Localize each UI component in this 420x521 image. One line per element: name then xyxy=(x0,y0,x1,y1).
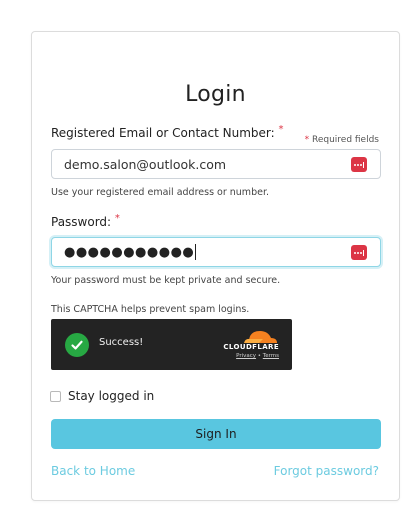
email-help-text: Use your registered email address or num… xyxy=(51,187,269,198)
success-check-icon xyxy=(65,333,89,357)
back-to-home-link[interactable]: Back to Home xyxy=(51,464,135,478)
required-fields-note: * Required fields xyxy=(305,135,379,145)
forgot-password-link[interactable]: Forgot password? xyxy=(274,464,379,478)
page-title: Login xyxy=(185,82,246,107)
privacy-link[interactable]: Privacy xyxy=(236,353,256,359)
password-label: Password: * xyxy=(51,213,120,229)
email-label-text: Registered Email or Contact Number: xyxy=(51,126,275,140)
password-masked-value: ●●●●●●●●●●● xyxy=(64,244,195,260)
required-star: * xyxy=(114,213,120,224)
stay-logged-in-row[interactable]: Stay logged in xyxy=(50,389,154,403)
email-label: Registered Email or Contact Number: * xyxy=(51,124,284,140)
login-card: Login * Required fields Registered Email… xyxy=(31,31,400,501)
email-field[interactable]: demo.salon@outlook.com xyxy=(51,149,381,179)
password-manager-icon[interactable] xyxy=(351,157,367,172)
captcha-links: Privacy • Terms xyxy=(236,353,279,359)
stay-logged-in-label[interactable]: Stay logged in xyxy=(68,389,154,403)
link-separator: • xyxy=(256,353,263,359)
password-label-text: Password: xyxy=(51,215,112,229)
captcha-status: Success! xyxy=(99,337,144,348)
text-caret xyxy=(195,244,197,260)
sign-in-button[interactable]: Sign In xyxy=(51,419,381,449)
cloudflare-logo-text: CLOUDFLARE xyxy=(223,343,279,351)
password-manager-icon[interactable] xyxy=(351,245,367,260)
captcha-intro-text: This CAPTCHA helps prevent spam logins. xyxy=(51,304,250,315)
captcha-widget[interactable]: Success! CLOUDFLARE Privacy • Terms xyxy=(51,319,292,370)
terms-link[interactable]: Terms xyxy=(263,353,279,359)
email-value: demo.salon@outlook.com xyxy=(64,156,227,172)
required-star: * xyxy=(278,124,284,135)
stay-logged-in-checkbox[interactable] xyxy=(50,390,61,402)
password-help-text: Your password must be kept private and s… xyxy=(51,275,281,286)
required-note-text: Required fields xyxy=(309,135,379,145)
password-field[interactable]: ●●●●●●●●●●● xyxy=(51,237,381,267)
